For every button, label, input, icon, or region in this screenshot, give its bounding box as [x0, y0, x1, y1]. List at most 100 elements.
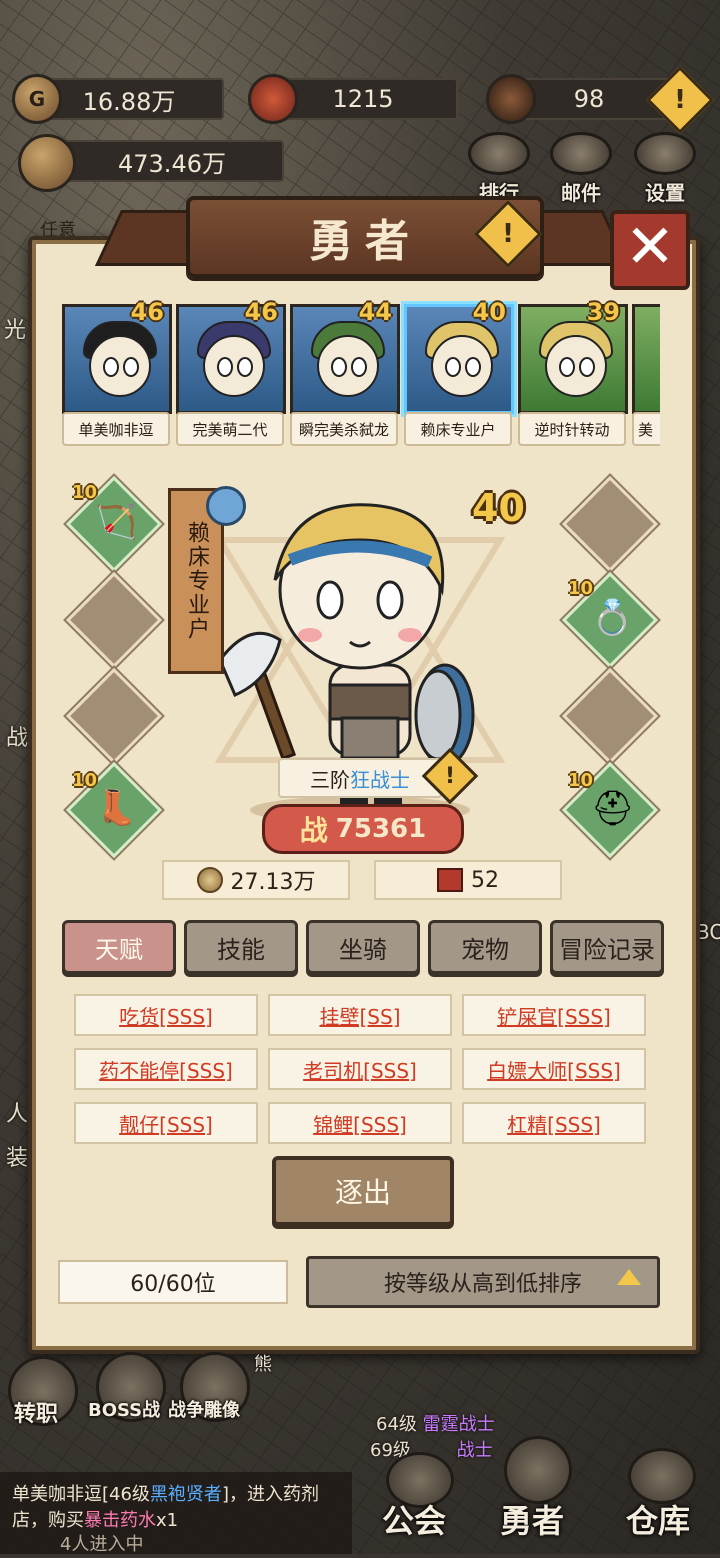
hero-card-1[interactable]: 46 单美咖非逗 [62, 300, 172, 446]
chat-suffix: x1 [156, 1510, 179, 1531]
talent-item[interactable]: 吃货[SSS] [74, 994, 258, 1036]
equip-level: 10 [72, 482, 98, 503]
side-fragment-2: 光 [4, 318, 27, 343]
eye-icon [331, 357, 347, 377]
total-power-value: 473.46万 [118, 149, 226, 178]
total-power-bar: 473.46万 [60, 140, 284, 182]
hero-book-stat: 52 [374, 860, 562, 900]
class-tier: 三阶 [310, 767, 350, 792]
close-button[interactable]: ✕ [610, 210, 690, 290]
talent-item[interactable]: 杠精[SSS] [462, 1102, 646, 1144]
gold-value: 16.88万 [82, 87, 176, 116]
warehouse-button[interactable]: 仓库 [626, 1496, 690, 1542]
tab-talent[interactable]: 天赋 [62, 920, 176, 974]
gold-coin-icon: G [12, 74, 62, 124]
hero-face [89, 335, 151, 397]
hero-name: 赖床专业户 [404, 412, 512, 446]
chat-class: 黑袍贤者 [149, 1484, 222, 1505]
feed-class: 雷霆战士 [422, 1414, 495, 1435]
power-crest-icon [18, 134, 76, 192]
side-fragment-3: 战 [6, 726, 29, 751]
hero-face [317, 335, 379, 397]
chat-item: 暴击药水 [84, 1510, 156, 1531]
hero-card-4-selected[interactable]: 40 赖床专业户 [404, 300, 514, 446]
talent-item[interactable]: 药不能停[SSS] [74, 1048, 258, 1090]
hero-nav-button[interactable]: 勇者 [500, 1496, 564, 1542]
badge-value: 1215 [332, 85, 394, 113]
talent-item[interactable]: 白嫖大师[SSS] [462, 1048, 646, 1090]
hero-level: 39 [586, 300, 620, 326]
chat-prefix: 单美咖非逗[46级 [12, 1484, 150, 1505]
equip-level: 10 [568, 578, 594, 599]
talent-item[interactable]: 铲屎官[SSS] [462, 994, 646, 1036]
hero-gold-value: 27.13万 [230, 870, 316, 895]
talent-item[interactable]: 老司机[SSS] [268, 1048, 452, 1090]
sort-label: 按等级从高到低排序 [383, 1272, 582, 1297]
arrow-up-icon [617, 1269, 641, 1285]
hero-helmet-icon[interactable] [504, 1436, 572, 1504]
tab-skill[interactable]: 技能 [184, 920, 298, 974]
hero-card-5[interactable]: 39 逆时针转动 [518, 300, 628, 446]
hero-name: 单美咖非逗 [62, 412, 170, 446]
talent-item[interactable]: 靓仔[SSS] [74, 1102, 258, 1144]
crossbow-icon: 🏹 [95, 502, 138, 543]
gem-value: 98 [573, 85, 605, 113]
book-icon [437, 868, 463, 892]
hero-name: 逆时针转动 [518, 412, 626, 446]
statue-label[interactable]: 战争雕像 [168, 1396, 240, 1422]
hero-list[interactable]: 46 单美咖非逗 46 完美萌二代 44 瞬完美杀弑龙 40 赖床专业户 39 … [62, 300, 660, 446]
talent-item[interactable]: 挂壁[SS] [268, 994, 452, 1036]
tab-adventure-log[interactable]: 冒险记录 [550, 920, 664, 974]
shield-badge-icon [248, 74, 298, 124]
settings-button[interactable]: 设置 [628, 132, 702, 206]
feed-class: 战士 [456, 1440, 493, 1461]
tab-pet[interactable]: 宠物 [428, 920, 542, 974]
hero-level: 46 [244, 300, 278, 326]
mail-icon [550, 132, 612, 175]
power-label: 战 [299, 814, 328, 847]
hero-card-3[interactable]: 44 瞬完美杀弑龙 [290, 300, 400, 446]
mail-label: 邮件 [561, 181, 601, 205]
hero-face [203, 335, 265, 397]
settings-label: 设置 [645, 181, 685, 205]
hero-level: 40 [472, 300, 506, 326]
hero-card-2[interactable]: 46 完美萌二代 [176, 300, 286, 446]
side-fragment-4: 人 [6, 1102, 29, 1127]
job-change-label[interactable]: 转职 [14, 1396, 58, 1428]
feed-line-1: 64级 雷霆战士 [376, 1410, 495, 1436]
hero-book-value: 52 [471, 867, 499, 893]
eye-icon [559, 357, 575, 377]
guild-button[interactable]: 公会 [382, 1496, 446, 1542]
eye-icon [579, 357, 595, 377]
hero-face [431, 335, 493, 397]
hero-portrait [632, 304, 660, 414]
rank-button[interactable]: 排行 [462, 132, 536, 206]
talent-item[interactable]: 锦鲤[SSS] [268, 1102, 452, 1144]
ring-icon: 💍 [591, 598, 634, 639]
coin-icon [196, 867, 223, 893]
helmet-icon: ⛑ [590, 788, 635, 829]
mail-button[interactable]: 邮件 [544, 132, 618, 206]
eye-icon [103, 357, 119, 377]
eye-icon [465, 357, 481, 377]
chat-feed[interactable]: 单美咖非逗[46级黑袍贤者]，进入药剂店，购买暴击药水x1 4人进入中 [0, 1472, 352, 1555]
expel-button[interactable]: 逐出 [272, 1156, 454, 1226]
gold-resource-bar: 16.88万 [34, 78, 224, 120]
boss-label[interactable]: BOSS战 [88, 1396, 160, 1422]
rename-feather-icon[interactable] [206, 486, 246, 526]
equip-level: 10 [72, 770, 98, 791]
hero-gold-stat: 27.13万 [162, 860, 350, 900]
hero-card-6[interactable]: 美 [632, 300, 660, 446]
sort-button[interactable]: 按等级从高到低排序 [306, 1256, 660, 1308]
chat-tail: 4人进入中 [60, 1534, 144, 1555]
hero-name: 美 [632, 412, 660, 446]
power-value: 75361 [335, 814, 427, 844]
eye-icon [445, 357, 461, 377]
dark-gem-icon [486, 74, 536, 124]
hero-level: 46 [130, 300, 164, 326]
hero-face [545, 335, 607, 397]
combat-power-badge: 战 75361 [262, 804, 464, 854]
rank-icon [468, 132, 530, 175]
hero-class-tag: 三阶 狂战士 [278, 758, 442, 798]
tab-mount[interactable]: 坐骑 [306, 920, 420, 974]
